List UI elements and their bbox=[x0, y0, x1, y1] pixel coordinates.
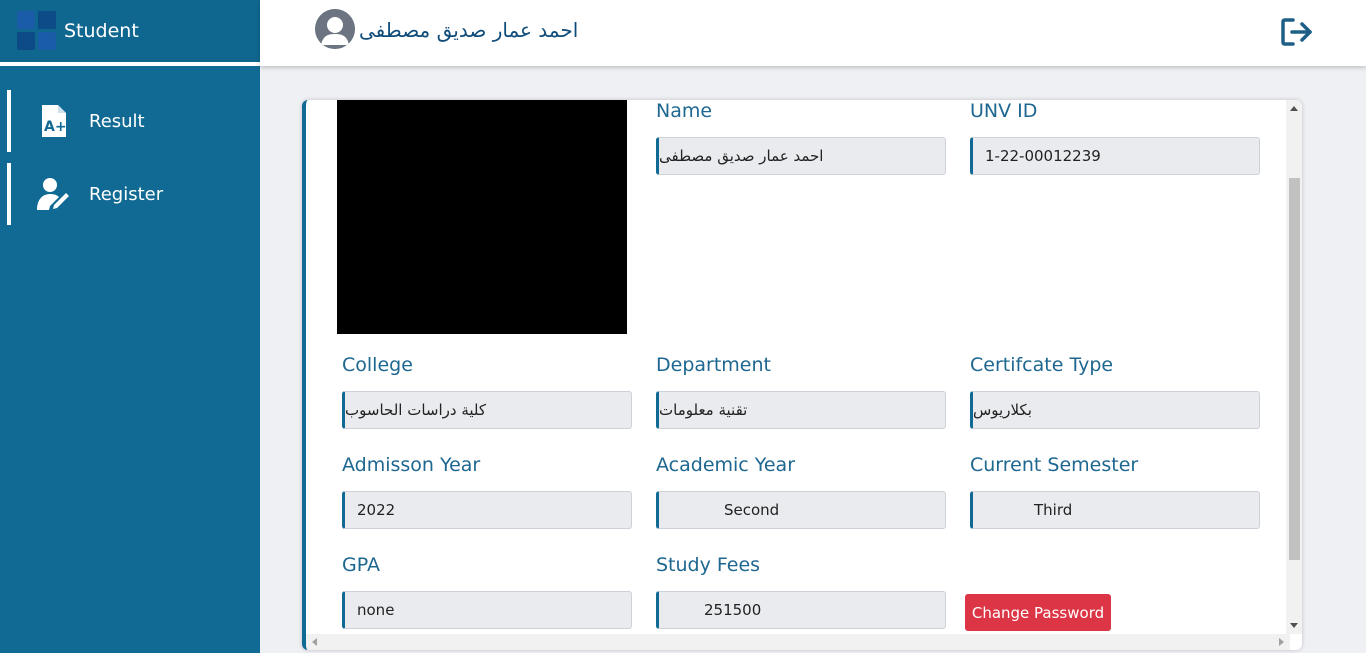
admission-year-label: Admisson Year bbox=[342, 454, 481, 476]
certificate-type-field[interactable]: بكلاريوس bbox=[970, 391, 1260, 429]
brand-title: Student bbox=[64, 20, 139, 42]
sidebar: Student A+ Result Register bbox=[0, 0, 260, 653]
user-edit-icon bbox=[37, 178, 69, 210]
current-semester-label: Current Semester bbox=[970, 454, 1139, 476]
brand-divider bbox=[0, 62, 260, 66]
current-semester-value: Third bbox=[1034, 501, 1073, 519]
active-indicator bbox=[7, 90, 11, 152]
avatar[interactable] bbox=[315, 9, 355, 49]
scrollbar-thumb[interactable] bbox=[1289, 178, 1300, 560]
gpa-value: none bbox=[357, 601, 395, 619]
name-value: احمد عمار صديق مصطفى bbox=[659, 147, 824, 165]
academic-year-field[interactable]: Second bbox=[656, 491, 946, 529]
sidebar-item-label: Register bbox=[89, 183, 164, 205]
student-profile-card: Name احمد عمار صديق مصطفى UNV ID 1-22-00… bbox=[302, 100, 1302, 650]
study-fees-value: 251500 bbox=[704, 601, 762, 619]
sidebar-item-label: Result bbox=[89, 110, 145, 132]
study-fees-label: Study Fees bbox=[656, 554, 761, 576]
logout-icon[interactable] bbox=[1280, 16, 1314, 48]
gpa-field[interactable]: none bbox=[342, 591, 632, 629]
result-file-icon: A+ bbox=[42, 105, 67, 137]
college-label: College bbox=[342, 354, 413, 376]
department-field[interactable]: تقنية معلومات bbox=[656, 391, 946, 429]
sidebar-item-register[interactable]: Register bbox=[0, 163, 260, 225]
study-fees-field[interactable]: 251500 bbox=[656, 591, 946, 629]
name-label: Name bbox=[656, 100, 713, 122]
student-photo bbox=[337, 100, 627, 334]
certificate-type-label: Certifcate Type bbox=[970, 354, 1114, 376]
user-avatar-icon bbox=[315, 9, 355, 49]
unv-id-label: UNV ID bbox=[970, 100, 1038, 122]
academic-year-value: Second bbox=[724, 501, 780, 519]
gpa-label: GPA bbox=[342, 554, 380, 576]
sidebar-item-result[interactable]: A+ Result bbox=[0, 90, 260, 152]
current-semester-field[interactable]: Third bbox=[970, 491, 1260, 529]
svg-text:A+: A+ bbox=[44, 119, 67, 135]
scroll-right-icon[interactable] bbox=[1279, 638, 1284, 646]
scroll-left-icon[interactable] bbox=[312, 638, 317, 646]
unv-id-field[interactable]: 1-22-00012239 bbox=[970, 137, 1260, 175]
brand[interactable]: Student bbox=[0, 0, 260, 62]
horizontal-scrollbar[interactable] bbox=[306, 634, 1290, 650]
scroll-up-icon[interactable] bbox=[1290, 106, 1298, 111]
change-password-button[interactable]: Change Password bbox=[965, 594, 1111, 631]
department-value: تقنية معلومات bbox=[659, 401, 748, 419]
dashboard-logo-icon bbox=[17, 11, 57, 51]
vertical-scrollbar[interactable] bbox=[1286, 100, 1302, 634]
user-name: احمد عمار صديق مصطفى bbox=[359, 18, 579, 42]
college-field[interactable]: كلية دراسات الحاسوب bbox=[342, 391, 632, 429]
admission-year-field[interactable]: 2022 bbox=[342, 491, 632, 529]
department-label: Department bbox=[656, 354, 771, 376]
academic-year-label: Academic Year bbox=[656, 454, 796, 476]
name-field[interactable]: احمد عمار صديق مصطفى bbox=[656, 137, 946, 175]
certificate-type-value: بكلاريوس bbox=[973, 401, 1032, 419]
unv-id-value: 1-22-00012239 bbox=[985, 147, 1101, 165]
admission-year-value: 2022 bbox=[357, 501, 396, 519]
scroll-down-icon[interactable] bbox=[1290, 623, 1298, 628]
nav-indicator bbox=[7, 163, 11, 225]
top-header: احمد عمار صديق مصطفى bbox=[260, 0, 1366, 66]
college-value: كلية دراسات الحاسوب bbox=[345, 401, 486, 419]
